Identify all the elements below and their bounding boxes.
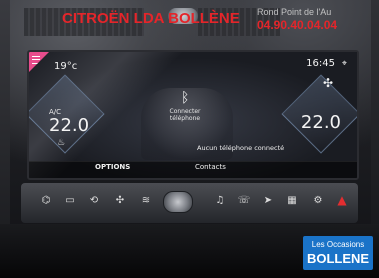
dealer-watermark: CITROËN LDA BOLLÈNE (62, 10, 240, 27)
overlay-line2: BOLLENE (306, 251, 370, 266)
control-console: ⌬ ▭ ⟲ ✣ ≋ ♫ ☏ ➤ ▦ ⚙ ▲ (21, 183, 358, 223)
infotainment-screen[interactable]: 19°c 16:45 ⌖ ✣ A/C 22.0 ♨ 22.0 ᛒ Connect… (27, 50, 359, 180)
outside-temperature: 19°c (54, 61, 78, 72)
volume-knob[interactable] (163, 191, 193, 213)
hazard-icon[interactable]: ▲ (335, 193, 349, 207)
address-watermark: Rond Point de l'Au (257, 7, 332, 17)
fan-icon[interactable]: ✣ (323, 76, 333, 90)
bluetooth-icon[interactable]: ᛒ (181, 90, 189, 106)
overlay-line1: Les Occasions (311, 240, 365, 249)
connect-phone-line2[interactable]: téléphone (165, 115, 205, 122)
seat-heat-icon[interactable]: ♨ (57, 138, 65, 148)
navigation-icon[interactable]: ➤ (259, 194, 277, 208)
contacts-tab[interactable]: Contacts (195, 163, 226, 171)
right-temperature[interactable]: 22.0 (301, 112, 341, 133)
location-icon: ⌖ (341, 59, 347, 69)
dealer-overlay: Les Occasions BOLLENE (303, 236, 373, 270)
music-icon[interactable]: ♫ (211, 194, 229, 208)
recirculation-icon[interactable]: ⟲ (85, 194, 103, 208)
climate-mode-icon[interactable]: ≋ (137, 194, 155, 208)
no-phone-connected: Aucun téléphone connecté (197, 144, 285, 152)
settings-icon[interactable]: ⚙ (309, 194, 327, 208)
phone-icon[interactable]: ☏ (235, 194, 253, 208)
apps-icon[interactable]: ▦ (283, 194, 301, 208)
connect-phone-line1[interactable]: Connecter (165, 108, 205, 115)
screen-bottom-bar (29, 161, 357, 178)
options-button[interactable]: OPTIONS (95, 163, 130, 171)
phone-watermark: 04.90.40.04.04 (257, 18, 338, 32)
left-temperature[interactable]: 22.0 (49, 115, 89, 136)
defrost-rear-icon[interactable]: ▭ (61, 194, 79, 208)
defrost-front-icon[interactable]: ⌬ (37, 194, 55, 208)
fan-speed-icon[interactable]: ✣ (111, 194, 129, 208)
clock-time: 16:45 (306, 58, 335, 69)
